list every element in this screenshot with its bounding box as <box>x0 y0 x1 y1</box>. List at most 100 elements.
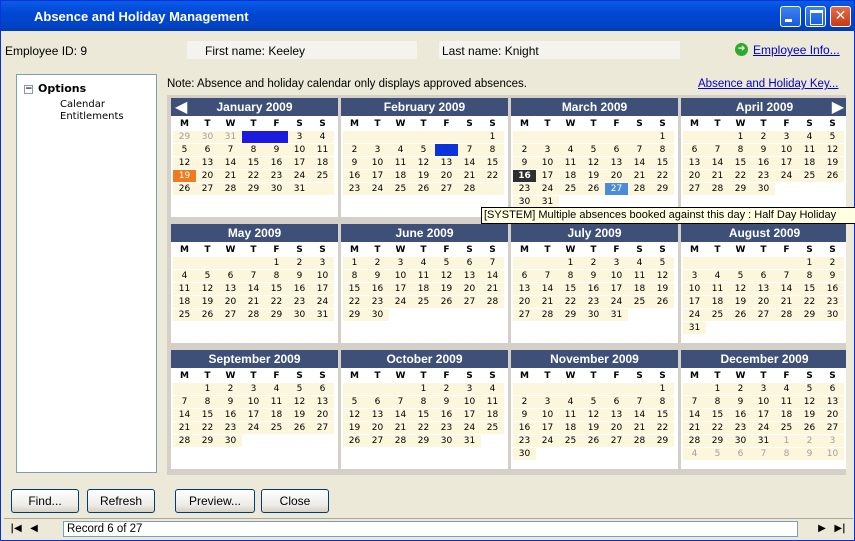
day-cell[interactable]: 16 <box>288 283 311 295</box>
day-cell[interactable]: 7 <box>775 270 798 282</box>
day-cell[interactable]: 3 <box>683 270 706 282</box>
day-cell[interactable]: 24 <box>242 422 265 434</box>
day-cell[interactable]: 26 <box>582 435 605 447</box>
day-cell[interactable]: 22 <box>265 296 288 308</box>
day-cell[interactable]: 17 <box>683 296 706 308</box>
day-cell[interactable]: 15 <box>343 283 366 295</box>
day-cell[interactable]: 7 <box>219 144 242 156</box>
day-cell[interactable]: 14 <box>628 157 651 169</box>
day-cell[interactable]: 30 <box>265 183 288 195</box>
day-cell[interactable]: 12 <box>651 270 674 282</box>
day-cell[interactable]: 24 <box>389 296 412 308</box>
day-cell[interactable]: 6 <box>513 270 536 282</box>
day-cell[interactable]: 2 <box>752 131 775 143</box>
day-cell[interactable]: 21 <box>219 170 242 182</box>
day-cell[interactable]: 14 <box>628 409 651 421</box>
day-cell[interactable]: 16 <box>821 283 844 295</box>
day-cell[interactable]: 9 <box>798 448 821 460</box>
day-cell[interactable]: 27 <box>435 183 458 195</box>
day-cell[interactable]: 30 <box>821 309 844 321</box>
day-cell[interactable]: 25 <box>559 435 582 447</box>
day-cell[interactable]: 4 <box>559 144 582 156</box>
day-cell[interactable]: 2 <box>582 257 605 269</box>
day-cell[interactable]: 2 <box>265 131 288 143</box>
day-cell[interactable]: 2 <box>343 144 366 156</box>
day-cell[interactable]: 31 <box>219 131 242 143</box>
day-cell[interactable]: 17 <box>288 157 311 169</box>
day-cell[interactable]: 27 <box>196 183 219 195</box>
day-cell[interactable]: 9 <box>752 144 775 156</box>
day-cell[interactable]: 21 <box>683 422 706 434</box>
day-cell[interactable]: 26 <box>343 435 366 447</box>
day-cell[interactable]: 14 <box>775 283 798 295</box>
day-cell[interactable]: 7 <box>628 396 651 408</box>
day-cell[interactable]: 9 <box>288 270 311 282</box>
day-cell[interactable]: 13 <box>196 157 219 169</box>
day-cell[interactable]: 29 <box>729 183 752 195</box>
day-cell[interactable]: 5 <box>343 396 366 408</box>
day-cell[interactable]: 19 <box>798 409 821 421</box>
day-cell[interactable]: 17 <box>242 409 265 421</box>
day-cell[interactable]: 16 <box>582 283 605 295</box>
day-cell[interactable]: 26 <box>435 296 458 308</box>
day-cell[interactable]: 14 <box>389 409 412 421</box>
day-cell[interactable]: 28 <box>219 183 242 195</box>
day-cell[interactable]: 8 <box>412 396 435 408</box>
day-cell[interactable]: 22 <box>343 296 366 308</box>
day-cell[interactable]: 3 <box>311 257 334 269</box>
day-cell[interactable]: 23 <box>752 170 775 182</box>
day-cell[interactable]: 28 <box>683 435 706 447</box>
day-cell[interactable]: 24 <box>536 435 559 447</box>
day-cell[interactable]: 25 <box>775 422 798 434</box>
day-cell[interactable]: 1 <box>729 131 752 143</box>
day-cell[interactable]: 5 <box>706 448 729 460</box>
day-cell[interactable]: 7 <box>706 144 729 156</box>
day-cell[interactable]: 22 <box>798 296 821 308</box>
day-cell[interactable]: 12 <box>582 157 605 169</box>
day-cell[interactable]: 16 <box>343 170 366 182</box>
day-cell[interactable]: 18 <box>559 422 582 434</box>
day-cell[interactable]: 23 <box>265 170 288 182</box>
day-cell[interactable]: 14 <box>173 409 196 421</box>
day-cell[interactable]: 6 <box>605 144 628 156</box>
day-cell[interactable]: 21 <box>706 170 729 182</box>
day-cell[interactable]: 19 <box>288 409 311 421</box>
minimize-button[interactable] <box>780 6 801 27</box>
day-cell[interactable]: 18 <box>173 296 196 308</box>
day-cell[interactable]: 7 <box>389 396 412 408</box>
next-record-icon[interactable]: ▶ <box>814 521 830 537</box>
day-cell[interactable]: 21 <box>458 170 481 182</box>
day-cell[interactable]: 27 <box>605 435 628 447</box>
day-cell[interactable]: 24 <box>775 170 798 182</box>
day-cell[interactable]: 9 <box>821 270 844 282</box>
day-cell[interactable]: 20 <box>605 170 628 182</box>
day-cell[interactable]: 28 <box>775 309 798 321</box>
day-cell[interactable]: 24 <box>288 170 311 182</box>
day-cell[interactable]: 31 <box>605 309 628 321</box>
day-cell[interactable]: 4 <box>173 270 196 282</box>
day-cell[interactable]: 2 <box>798 435 821 447</box>
day-cell[interactable]: 13 <box>458 270 481 282</box>
day-cell[interactable]: 1 <box>196 383 219 395</box>
day-cell[interactable]: 11 <box>412 270 435 282</box>
day-cell[interactable]: 18 <box>311 157 334 169</box>
day-cell[interactable]: 7 <box>683 396 706 408</box>
day-cell[interactable]: 24 <box>311 296 334 308</box>
day-cell[interactable]: 17 <box>366 170 389 182</box>
day-cell[interactable]: 11 <box>706 283 729 295</box>
day-cell[interactable]: 12 <box>582 409 605 421</box>
day-cell[interactable]: 9 <box>582 270 605 282</box>
day-cell[interactable]: 20 <box>311 409 334 421</box>
day-cell[interactable]: 12 <box>343 409 366 421</box>
day-cell[interactable]: 17 <box>389 283 412 295</box>
day-cell[interactable]: 25 <box>173 309 196 321</box>
day-cell[interactable]: 20 <box>605 422 628 434</box>
day-cell[interactable]: 1 <box>265 257 288 269</box>
day-cell[interactable]: 5 <box>435 257 458 269</box>
day-cell[interactable]: 29 <box>173 131 196 143</box>
day-cell[interactable]: 6 <box>729 448 752 460</box>
day-cell[interactable]: 3 <box>536 144 559 156</box>
day-cell[interactable]: 13 <box>605 157 628 169</box>
day-cell[interactable]: 30 <box>729 435 752 447</box>
day-cell[interactable]: 5 <box>651 257 674 269</box>
